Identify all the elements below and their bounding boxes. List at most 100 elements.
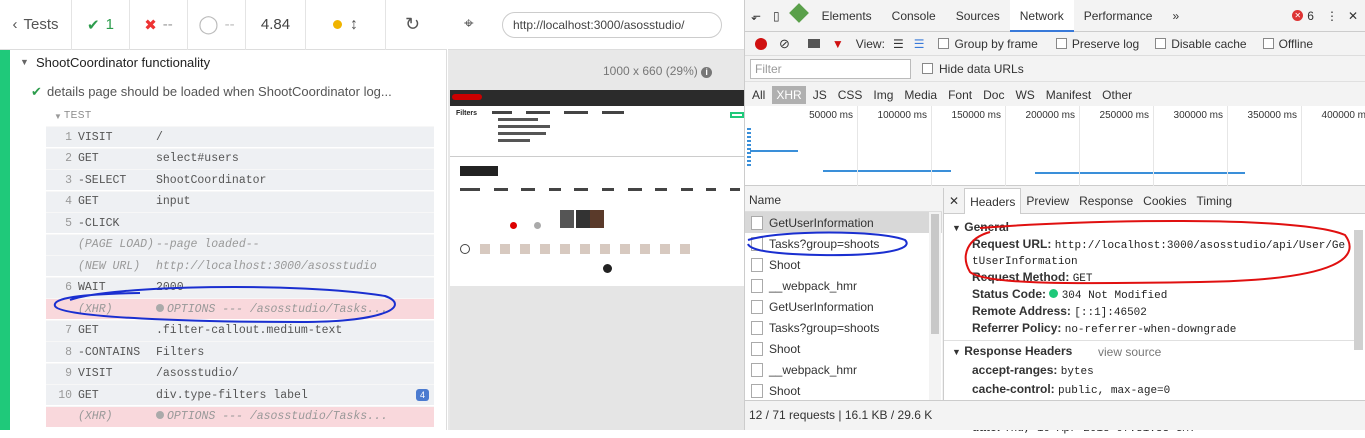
command-row[interactable]: 5 -CLICK [46, 212, 434, 233]
command-message: http://localhost:3000/asosstudio [156, 259, 377, 273]
request-list-scrollbar[interactable] [929, 212, 941, 400]
command-number: 6 [65, 281, 72, 294]
request-details: ✕ Headers Preview Response Cookies Timing ▼ … [943, 187, 1365, 435]
network-toolbar: ⊘ ▼ View: ☰ ☰ Group by frame Preserve lo… [745, 32, 1365, 56]
request-row[interactable]: Shoot [745, 254, 942, 275]
request-row[interactable]: GetUserInformation [745, 296, 942, 317]
large-rows-icon[interactable]: ☰ [893, 37, 904, 51]
tab-elements[interactable]: Elements [812, 0, 882, 32]
command-row[interactable]: 6 WAIT 2000 [46, 276, 434, 298]
command-row[interactable]: (NEW URL) http://localhost:3000/asosstudi… [46, 255, 434, 276]
request-url-label: Request URL: [972, 237, 1052, 251]
collapse-caret-icon[interactable]: ▼ [20, 57, 29, 67]
waterfall-icon[interactable]: ☰ [914, 37, 925, 51]
run-controls: ↕ [306, 0, 386, 50]
scroll-toggle-icon[interactable]: ↕ [350, 16, 358, 34]
type-filter-media[interactable]: Media [900, 86, 941, 104]
test-title[interactable]: details page should be loaded when Shoot… [47, 84, 392, 99]
name-column-header[interactable]: Name [745, 188, 942, 212]
request-row[interactable]: Tasks?group=shoots [745, 233, 942, 254]
disable-cache-checkbox[interactable] [1155, 38, 1167, 49]
details-scrollbar[interactable] [1354, 230, 1363, 350]
command-row[interactable]: 7 GET .filter-callout.medium-text [46, 319, 434, 341]
detail-tab-headers[interactable]: Headers [964, 187, 1022, 214]
type-filter-css[interactable]: CSS [834, 86, 867, 104]
group-by-frame-checkbox[interactable] [938, 38, 950, 49]
command-number: 5 [65, 216, 72, 230]
crosshair-icon[interactable]: ⌖ [464, 14, 474, 34]
kebab-menu-icon[interactable]: ⋮ [1326, 9, 1338, 23]
command-number: 8 [65, 345, 72, 359]
command-row[interactable]: 2 GET select#users [46, 147, 434, 169]
type-filter-js[interactable]: JS [809, 86, 831, 104]
type-filter-doc[interactable]: Doc [979, 86, 1008, 104]
filter-options [492, 111, 642, 145]
request-name: GetUserInformation [769, 215, 874, 230]
more-tabs-icon[interactable]: » [1162, 0, 1189, 32]
camera-icon[interactable] [807, 39, 820, 48]
check-icon: ✔ [87, 16, 100, 34]
type-filter-xhr[interactable]: XHR [772, 86, 806, 104]
tests-button[interactable]: ‹ Tests [0, 0, 72, 50]
request-row[interactable]: Tasks?group=shoots [745, 317, 942, 338]
command-row[interactable]: 9 VISIT/asosstudio/ [46, 362, 434, 384]
request-row[interactable]: GetUserInformation [745, 212, 942, 233]
aut-empty-area [450, 286, 744, 430]
type-filter-ws[interactable]: WS [1011, 86, 1038, 104]
tab-network[interactable]: Network [1009, 0, 1074, 32]
response-headers-section-header[interactable]: ▼ Response Headers [952, 344, 1072, 358]
offline-checkbox[interactable] [1262, 38, 1274, 49]
vue-devtools-icon[interactable] [786, 0, 812, 32]
general-label: General [964, 220, 1009, 234]
request-row[interactable]: __webpack_hmr [745, 275, 942, 296]
detail-tab-cookies[interactable]: Cookies [1138, 188, 1191, 214]
command-row[interactable]: 1 VISIT / [46, 126, 434, 147]
command-row[interactable]: 8 -CONTAINS Filters [46, 341, 434, 362]
detail-tab-preview[interactable]: Preview [1021, 188, 1074, 214]
preserve-log-checkbox[interactable] [1055, 38, 1067, 49]
command-row[interactable]: 10 GET div.type-filters label 4 [46, 384, 434, 405]
command-row[interactable]: (PAGE LOAD) --page loaded-- [46, 233, 434, 255]
device-toolbar-icon[interactable]: ▯ [767, 0, 786, 32]
filter-input[interactable]: Filter [750, 58, 911, 79]
command-message: div.type-filters label [156, 388, 308, 402]
hide-data-urls-checkbox[interactable] [922, 63, 933, 74]
request-row[interactable]: __webpack_hmr [745, 359, 942, 380]
type-filter-all[interactable]: All [748, 86, 769, 104]
tab-performance[interactable]: Performance [1074, 0, 1163, 32]
command-row[interactable]: 3 -SELECT ShootCoordinator [46, 169, 434, 190]
network-overview-timeline[interactable]: 50000 ms 100000 ms 150000 ms 200000 ms 25000… [745, 106, 1365, 186]
record-icon[interactable] [755, 37, 767, 50]
app-pagination-dot [603, 264, 612, 273]
devtools-panel: ⬐ ▯ Elements Console Sources Network Perform… [744, 0, 1365, 435]
close-details-icon[interactable]: ✕ [944, 188, 964, 214]
referrer-policy-value: no-referrer-when-downgrade [1064, 324, 1237, 336]
type-filter-font[interactable]: Font [944, 86, 976, 104]
tab-sources[interactable]: Sources [946, 0, 1010, 32]
command-name: VISIT [78, 367, 113, 380]
request-row[interactable]: Shoot [745, 380, 942, 400]
detail-tab-timing[interactable]: Timing [1192, 188, 1238, 214]
type-filter-manifest[interactable]: Manifest [1042, 86, 1095, 104]
info-icon[interactable]: i [701, 67, 713, 78]
close-icon[interactable]: ✕ [1348, 9, 1358, 23]
command-row[interactable]: 4 GET input [46, 190, 434, 212]
detail-tab-response[interactable]: Response [1074, 188, 1138, 214]
type-filter-other[interactable]: Other [1098, 86, 1136, 104]
suite-title[interactable]: ShootCoordinator functionality [36, 55, 210, 70]
restart-button[interactable]: ↻ [386, 0, 439, 50]
type-filter-img[interactable]: Img [869, 86, 897, 104]
view-source-link[interactable]: view source [1098, 345, 1161, 359]
command-name: GET [78, 388, 99, 402]
request-row[interactable]: Shoot [745, 338, 942, 359]
filter-icon[interactable]: ▼ [832, 37, 844, 51]
command-row[interactable]: (XHR) OPTIONS --- /asosstudio/Tasks... [46, 405, 434, 427]
command-row[interactable]: (XHR) OPTIONS --- /asosstudio/Tasks... [46, 298, 434, 319]
error-indicator[interactable]: ✕ 6 ⋮ ✕ [1292, 9, 1365, 23]
tab-console[interactable]: Console [882, 0, 946, 32]
clear-icon[interactable]: ⊘ [779, 36, 790, 52]
inspect-icon[interactable]: ⬐ [745, 0, 767, 32]
general-section-header[interactable]: ▼ General [952, 220, 1009, 234]
referrer-policy-label: Referrer Policy: [972, 321, 1062, 335]
request-method-value: GET [1072, 273, 1093, 285]
